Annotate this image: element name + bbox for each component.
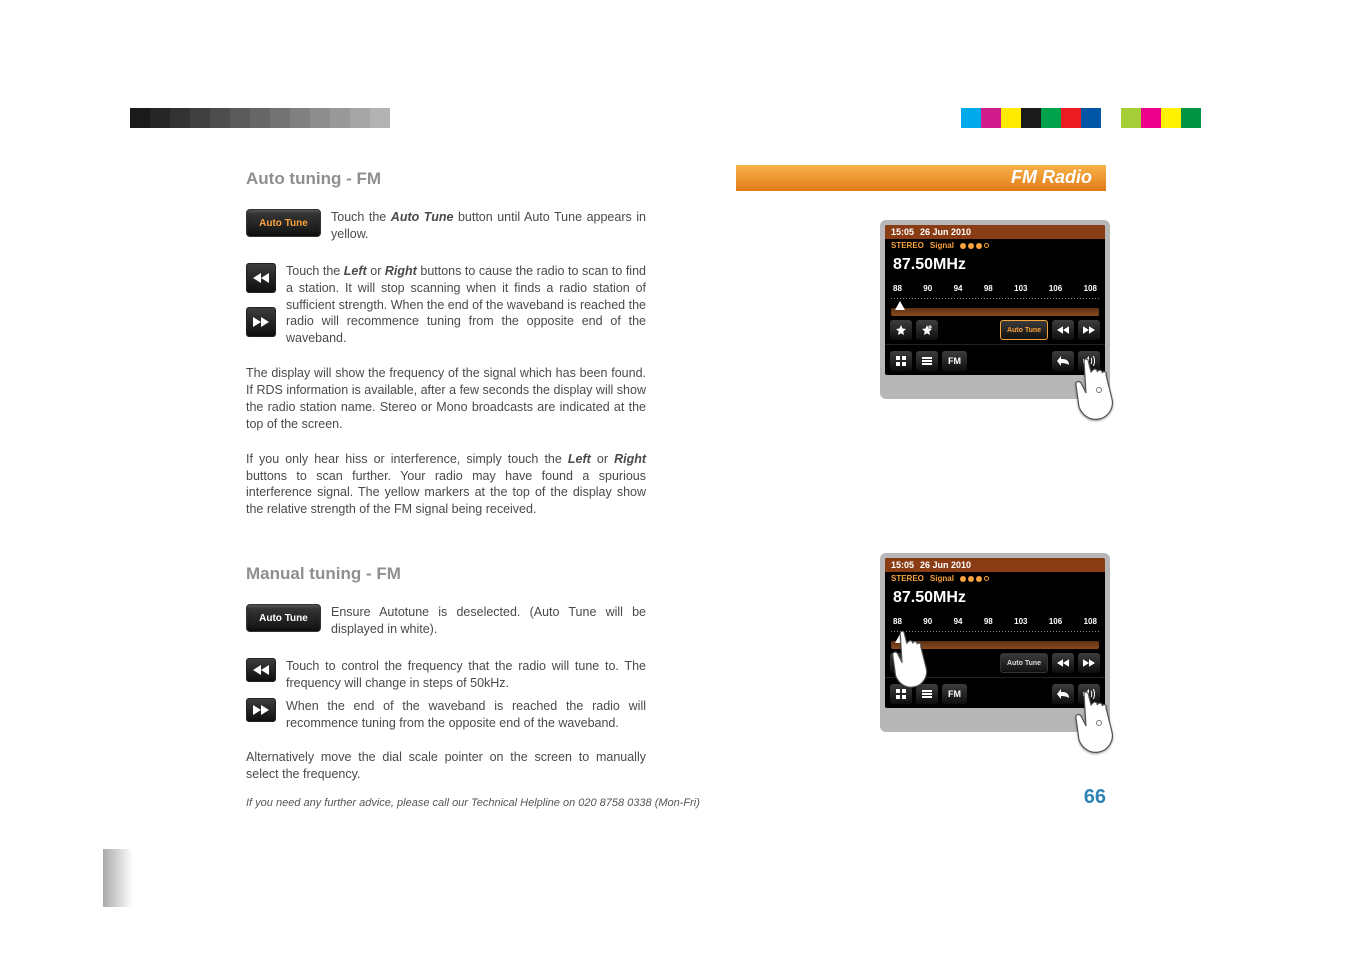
pointing-hand-icon [891, 629, 939, 689]
auto-tune-paragraph-4: If you only hear hiss or interference, s… [246, 451, 646, 519]
page-shadow [103, 849, 133, 907]
stereo-label: STEREO [891, 574, 924, 583]
back-button[interactable] [1052, 351, 1074, 371]
grid-icon [896, 356, 906, 366]
home-button[interactable] [890, 351, 912, 371]
device-scan-left-button[interactable] [1052, 653, 1074, 673]
menu-icon [922, 356, 932, 366]
star-plus-icon [921, 324, 933, 336]
device-dial[interactable]: 88909498103106108 [891, 284, 1099, 314]
device-scan-right-button[interactable] [1078, 653, 1100, 673]
forward-icon [1083, 326, 1095, 334]
rewind-icon [1057, 326, 1069, 334]
manual-tune-paragraph-4: Alternatively move the dial scale pointe… [246, 749, 646, 783]
signal-label: Signal [930, 241, 954, 250]
fm-mode-label: FM [942, 351, 967, 371]
device-scan-left-button[interactable] [1052, 320, 1074, 340]
back-icon [1057, 689, 1069, 699]
device-time: 15:05 [891, 227, 914, 237]
menu-button[interactable] [916, 351, 938, 371]
device-time: 15:05 [891, 560, 914, 570]
device-date: 26 Jun 2010 [920, 560, 971, 570]
scan-right-button[interactable] [246, 307, 276, 337]
auto-tune-instruction-1: Touch the Auto Tune button until Auto Tu… [331, 209, 646, 243]
auto-tune-paragraph-3: The display will show the frequency of t… [246, 365, 646, 433]
favorite-button[interactable] [890, 320, 912, 340]
step-left-button[interactable] [246, 658, 276, 682]
forward-icon [253, 317, 269, 327]
device-frequency: 87.50MHz [885, 585, 1105, 617]
auto-tune-button-active[interactable]: Auto Tune [246, 209, 321, 237]
section-header-bar: FM Radio [736, 165, 1106, 191]
back-button[interactable] [1052, 684, 1074, 704]
signal-label: Signal [930, 574, 954, 583]
device-auto-tune-button-active[interactable]: Auto Tune [1000, 320, 1048, 340]
device-date: 26 Jun 2010 [920, 227, 971, 237]
signal-dots [960, 576, 989, 582]
scan-left-button[interactable] [246, 263, 276, 293]
device-status-bar: 15:05 26 Jun 2010 [885, 558, 1105, 572]
section-title-manual-tuning: Manual tuning - FM [246, 564, 646, 584]
page-number: 66 [1084, 786, 1106, 809]
back-icon [1057, 356, 1069, 366]
manual-tune-instruction-3: When the end of the waveband is reached … [286, 698, 646, 732]
manual-tune-instruction-1: Ensure Autotune is deselected. (Auto Tun… [331, 604, 646, 638]
auto-tune-instruction-2: Touch the Left or Right buttons to cause… [286, 263, 646, 347]
device-signal-row: STEREO Signal [885, 572, 1105, 585]
device-indicator-dot [1096, 720, 1102, 726]
device-frequency: 87.50MHz [885, 252, 1105, 284]
auto-tune-button-inactive[interactable]: Auto Tune [246, 604, 321, 632]
device-indicator-dot [1096, 387, 1102, 393]
dial-tick-labels: 88909498103106108 [891, 617, 1099, 626]
device-dial[interactable]: 88909498103106108 [891, 617, 1099, 647]
manual-tune-instruction-2: Touch to control the frequency that the … [286, 658, 646, 692]
add-favorite-button[interactable] [916, 320, 938, 340]
printer-colorbar-right [961, 108, 1221, 128]
signal-dots [960, 243, 989, 249]
dial-pointer-icon[interactable] [895, 301, 905, 310]
device-signal-row: STEREO Signal [885, 239, 1105, 252]
rewind-icon [253, 665, 269, 675]
section-title-auto-tuning: Auto tuning - FM [246, 169, 646, 189]
device-scan-right-button[interactable] [1078, 320, 1100, 340]
device-mockup-auto: 15:05 26 Jun 2010 STEREO Signal 87.50MHz… [880, 220, 1110, 399]
footer-helpline: If you need any further advice, please c… [246, 797, 700, 809]
printer-colorbar-left [130, 108, 410, 128]
device-mockup-manual: 15:05 26 Jun 2010 STEREO Signal 87.50MHz… [880, 553, 1110, 732]
stereo-label: STEREO [891, 241, 924, 250]
dial-tick-labels: 88909498103106108 [891, 284, 1099, 293]
device-auto-tune-button-inactive[interactable]: Auto Tune [1000, 653, 1048, 673]
forward-icon [253, 705, 269, 715]
rewind-icon [1057, 659, 1069, 667]
rewind-icon [253, 273, 269, 283]
star-icon [895, 324, 907, 336]
forward-icon [1083, 659, 1095, 667]
fm-mode-label: FM [942, 684, 967, 704]
device-status-bar: 15:05 26 Jun 2010 [885, 225, 1105, 239]
step-right-button[interactable] [246, 698, 276, 722]
